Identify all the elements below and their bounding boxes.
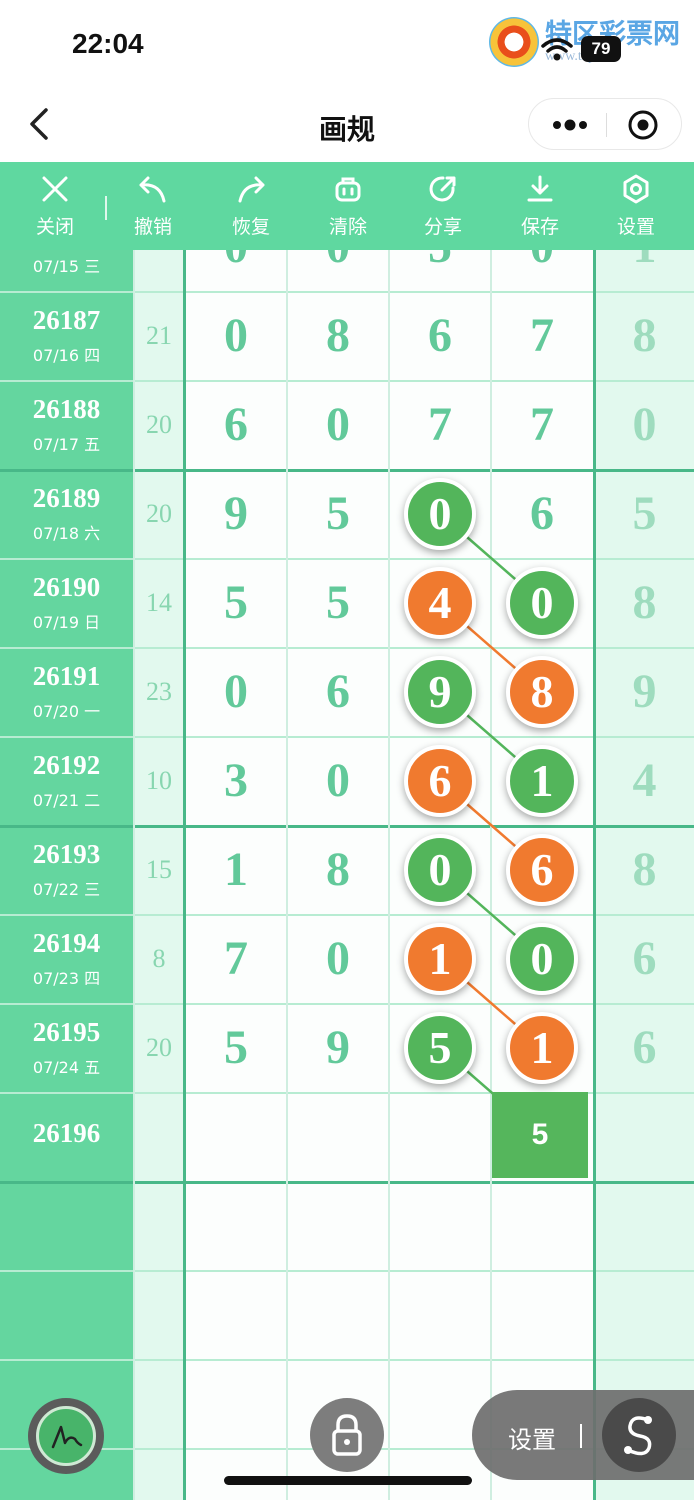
watermark: 特区彩票网 www.tcp.net 79 — [489, 12, 680, 72]
lock-icon — [332, 1414, 362, 1456]
toolbar-divider — [105, 196, 107, 220]
status-time: 22:04 — [72, 28, 144, 59]
orange-ball[interactable]: 4 — [404, 566, 476, 639]
close-target-icon[interactable] — [627, 109, 659, 141]
close-button[interactable]: 关闭 — [10, 162, 100, 250]
redo-button[interactable]: 恢复 — [206, 162, 296, 250]
settings-button[interactable]: 设置 — [591, 162, 681, 250]
undo-button[interactable]: 撤销 — [108, 162, 198, 250]
battery-indicator: 79 — [581, 36, 621, 62]
green-ball[interactable]: 0 — [506, 922, 578, 995]
redo-icon — [238, 176, 265, 203]
more-icon[interactable] — [551, 115, 589, 135]
orange-ball[interactable]: 6 — [506, 833, 578, 906]
lock-button[interactable] — [310, 1398, 384, 1472]
watermark-logo — [489, 17, 539, 67]
green-ball[interactable]: 9 — [404, 655, 476, 728]
close-icon — [42, 176, 68, 202]
trash-icon — [335, 177, 361, 202]
orange-ball[interactable]: 1 — [404, 922, 476, 995]
gear-icon — [623, 174, 649, 204]
green-ball[interactable]: 1 — [506, 744, 578, 817]
clear-button[interactable]: 清除 — [303, 162, 393, 250]
nav-bar: 画规 — [0, 90, 694, 162]
orange-ball[interactable]: 8 — [506, 655, 578, 728]
undo-icon — [139, 176, 166, 203]
s-button[interactable] — [602, 1398, 676, 1472]
pen-icon — [51, 1425, 83, 1449]
save-button[interactable]: 保存 — [495, 162, 585, 250]
settings-pill-label[interactable]: 设置 — [508, 1420, 556, 1455]
mini-program-capsule — [528, 98, 682, 150]
green-ball[interactable]: 0 — [404, 477, 476, 550]
settings-pill: 设置 — [472, 1390, 694, 1480]
status-bar: 22:04 特区彩票网 www.tcp.net 79 — [0, 0, 694, 90]
pen-button[interactable] — [28, 1398, 104, 1474]
trend-grid[interactable]: 07/15 三005012618707/16 四21086782618807/1… — [0, 250, 694, 1500]
curve-s-icon — [624, 1416, 652, 1456]
ball-links — [439, 512, 543, 1138]
share-button[interactable]: 分享 — [398, 162, 488, 250]
share-icon — [429, 176, 456, 202]
prediction-cell[interactable]: 5 — [492, 1092, 588, 1178]
download-icon — [527, 175, 553, 202]
green-ball[interactable]: 5 — [404, 1011, 476, 1084]
orange-ball[interactable]: 6 — [404, 744, 476, 817]
green-ball[interactable]: 0 — [404, 833, 476, 906]
home-indicator — [224, 1476, 472, 1485]
orange-ball[interactable]: 1 — [506, 1011, 578, 1084]
wifi-icon — [541, 38, 573, 61]
green-ball[interactable]: 0 — [506, 566, 578, 639]
